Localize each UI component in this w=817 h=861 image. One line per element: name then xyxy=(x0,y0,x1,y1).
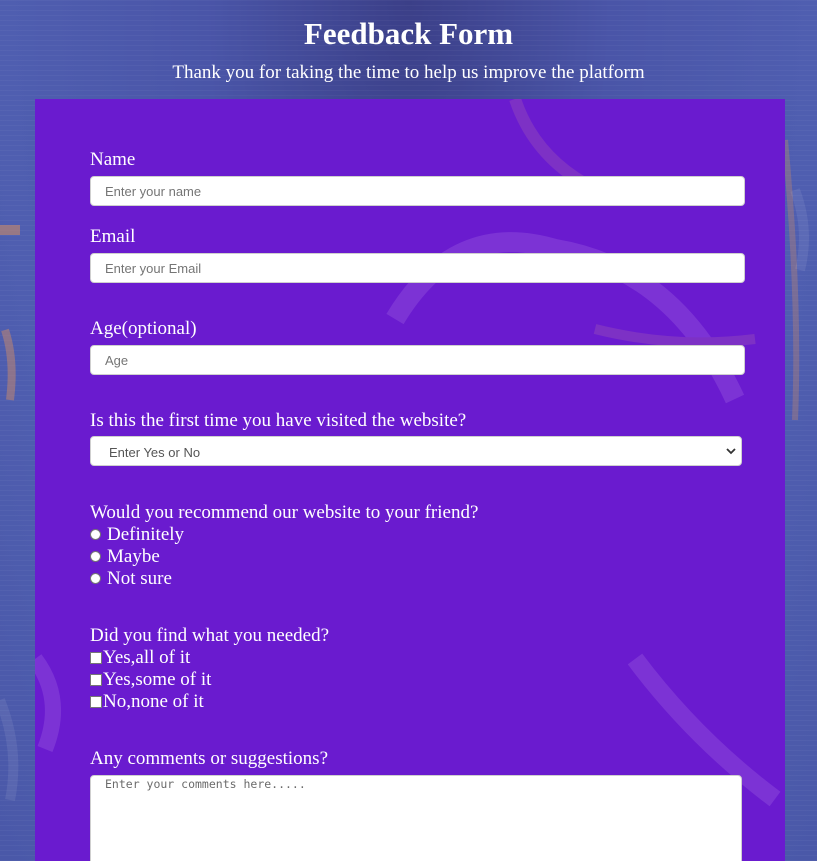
checkbox-label: Yes,all of it xyxy=(103,647,191,668)
card-decoration xyxy=(35,99,781,807)
radio-button[interactable] xyxy=(90,573,101,584)
found-needed-label: Did you find what you needed? xyxy=(90,625,330,646)
checkbox[interactable] xyxy=(90,696,102,708)
first-visit-select[interactable]: Enter Yes or No xyxy=(90,436,742,466)
page-title: Feedback Form xyxy=(303,16,514,51)
age-label: Age(optional) xyxy=(90,318,197,339)
radio-button[interactable] xyxy=(90,551,101,562)
radio-label: Definitely xyxy=(107,524,185,545)
first-visit-label: Is this the first time you have visited … xyxy=(90,410,467,431)
checkbox[interactable] xyxy=(90,652,102,664)
first-visit-selected-value: Enter Yes or No xyxy=(109,445,201,460)
recommend-label: Would you recommend our website to your … xyxy=(90,502,479,523)
feedback-form: Name Email Age(optional) Is this the fir… xyxy=(35,99,785,861)
comments-placeholder: Enter your comments here..... xyxy=(105,777,306,791)
comments-label: Any comments or suggestions? xyxy=(90,748,329,769)
name-input[interactable] xyxy=(90,176,745,206)
name-label: Name xyxy=(90,149,136,170)
comments-textarea[interactable]: Enter your comments here..... xyxy=(90,775,742,861)
checkbox-label: Yes,some of it xyxy=(103,669,212,690)
email-label: Email xyxy=(90,226,136,247)
radio-button[interactable] xyxy=(90,529,101,540)
chevron-down-icon xyxy=(726,448,736,455)
radio-label: Maybe xyxy=(107,546,160,567)
email-input[interactable] xyxy=(90,253,745,283)
checkbox[interactable] xyxy=(90,674,102,686)
age-input[interactable] xyxy=(90,345,745,375)
page-subtitle: Thank you for taking the time to help us… xyxy=(172,62,645,83)
radio-label: Not sure xyxy=(107,568,172,589)
checkbox-label: No,none of it xyxy=(103,691,204,712)
